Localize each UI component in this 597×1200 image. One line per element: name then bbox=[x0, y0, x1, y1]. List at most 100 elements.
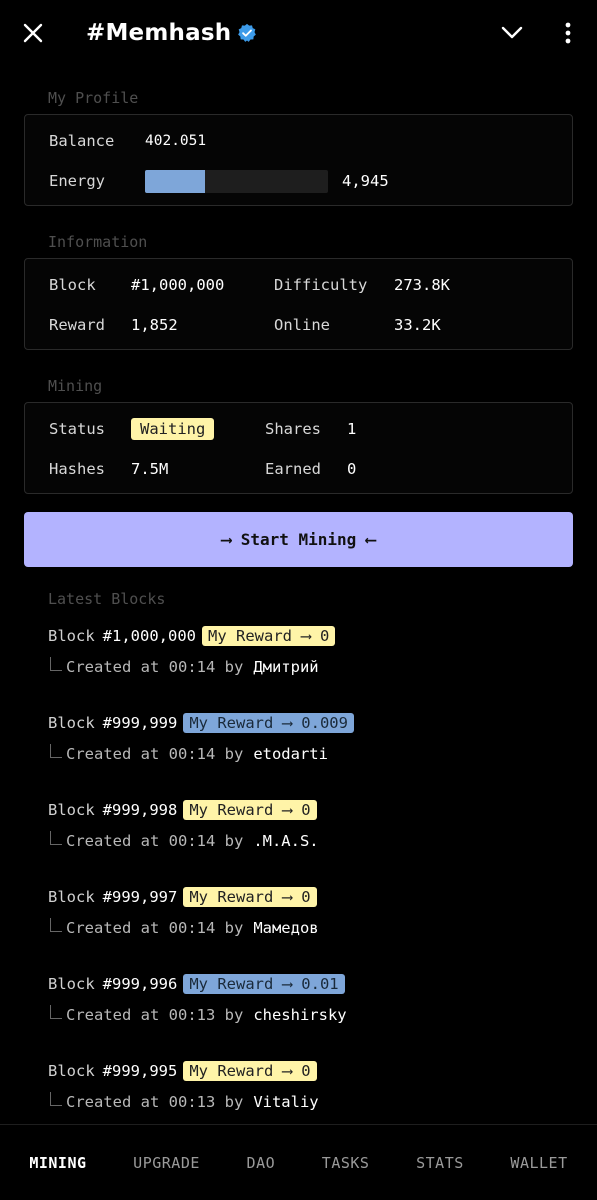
nav-item-wallet[interactable]: WALLET bbox=[510, 1154, 567, 1172]
section-label-profile: My Profile bbox=[48, 89, 139, 107]
block-number: #999,999 bbox=[102, 714, 178, 732]
block-author[interactable]: Мамедов bbox=[253, 919, 318, 937]
block-label: Block bbox=[48, 714, 95, 732]
latest-blocks-list: Block #1,000,000 My Reward ⟶ 0 Created a… bbox=[0, 623, 597, 1145]
hashes-value: 7.5M bbox=[131, 460, 169, 478]
reward-badge: My Reward ⟶ 0 bbox=[183, 1061, 317, 1081]
close-icon[interactable] bbox=[18, 18, 48, 48]
block-value: #1,000,000 bbox=[131, 276, 225, 294]
mining-card: Status Waiting Shares 1 Hashes 7.5M Earn… bbox=[24, 402, 573, 494]
section-label-information: Information bbox=[48, 233, 148, 251]
info-row-2: Reward 1,852 Online 33.2K bbox=[49, 305, 572, 345]
profile-card: Balance 402.051 Energy 4,945 bbox=[24, 114, 573, 206]
block-meta: Created at 00:14 by Дмитрий bbox=[48, 654, 597, 680]
mining-row-2: Hashes 7.5M Earned 0 bbox=[49, 449, 572, 489]
block-label: Block bbox=[48, 627, 95, 645]
block-number: #1,000,000 bbox=[102, 627, 196, 645]
nav-item-upgrade[interactable]: UPGRADE bbox=[133, 1154, 200, 1172]
block-label: Block bbox=[48, 888, 95, 906]
created-at: Created at 00:13 by bbox=[66, 1093, 244, 1111]
block-number: #999,995 bbox=[102, 1062, 178, 1080]
block-author[interactable]: etodarti bbox=[253, 745, 328, 763]
reward-badge: My Reward ⟶ 0 bbox=[183, 887, 317, 907]
created-at: Created at 00:14 by bbox=[66, 919, 244, 937]
chevron-down-icon[interactable] bbox=[497, 16, 527, 50]
block-meta: Created at 00:14 by etodarti bbox=[48, 741, 597, 767]
info-row-1: Block #1,000,000 Difficulty 273.8K bbox=[49, 265, 572, 305]
earned-label: Earned bbox=[265, 460, 321, 478]
reward-label: Reward bbox=[49, 316, 105, 334]
reward-badge: My Reward ⟶ 0 bbox=[183, 800, 317, 820]
created-at: Created at 00:14 by bbox=[66, 832, 244, 850]
reward-badge: My Reward ⟶ 0.009 bbox=[183, 713, 354, 733]
bottom-nav: MINING UPGRADE DAO TASKS STATS WALLET bbox=[0, 1124, 597, 1200]
section-label-latest-blocks: Latest Blocks bbox=[48, 590, 166, 608]
block-label: Block bbox=[48, 801, 95, 819]
energy-bar bbox=[145, 169, 328, 193]
block-author[interactable]: Дмитрий bbox=[253, 658, 318, 676]
tree-branch-icon bbox=[50, 831, 62, 845]
block-author[interactable]: Vitaliy bbox=[253, 1093, 318, 1111]
block-meta: Created at 00:14 by Мамедов bbox=[48, 915, 597, 941]
block-header: Block #999,996 My Reward ⟶ 0.01 bbox=[48, 971, 597, 997]
created-at: Created at 00:13 by bbox=[66, 1006, 244, 1024]
block-header: Block #999,997 My Reward ⟶ 0 bbox=[48, 884, 597, 910]
tree-branch-icon bbox=[50, 1092, 62, 1106]
block-label: Block bbox=[48, 975, 95, 993]
energy-value: 4,945 bbox=[342, 172, 389, 190]
block-number: #999,996 bbox=[102, 975, 178, 993]
reward-badge: My Reward ⟶ 0 bbox=[202, 626, 336, 646]
shares-value: 1 bbox=[347, 420, 357, 438]
block-header: Block #999,995 My Reward ⟶ 0 bbox=[48, 1058, 597, 1084]
nav-item-dao[interactable]: DAO bbox=[247, 1154, 276, 1172]
balance-row: Balance 402.051 bbox=[49, 121, 572, 161]
mining-row-1: Status Waiting Shares 1 bbox=[49, 409, 572, 449]
block-meta: Created at 00:13 by cheshirsky bbox=[48, 1002, 597, 1028]
nav-item-mining[interactable]: MINING bbox=[29, 1154, 86, 1172]
block-header: Block #1,000,000 My Reward ⟶ 0 bbox=[48, 623, 597, 649]
reward-badge: My Reward ⟶ 0.01 bbox=[183, 974, 345, 994]
more-vertical-icon[interactable] bbox=[553, 16, 583, 50]
reward-value: 1,852 bbox=[131, 316, 178, 334]
list-item: Block #999,996 My Reward ⟶ 0.01 Created … bbox=[48, 971, 597, 1058]
energy-fill bbox=[145, 169, 206, 193]
hashes-label: Hashes bbox=[49, 460, 105, 478]
balance-value: 402.051 bbox=[145, 133, 207, 149]
status-cell: Waiting bbox=[131, 418, 265, 440]
title-wrap: #Memhash bbox=[86, 20, 257, 46]
app-header: #Memhash bbox=[0, 0, 597, 66]
online-label: Online bbox=[274, 316, 330, 334]
block-header: Block #999,998 My Reward ⟶ 0 bbox=[48, 797, 597, 823]
list-item: Block #999,999 My Reward ⟶ 0.009 Created… bbox=[48, 710, 597, 797]
block-author[interactable]: cheshirsky bbox=[253, 1006, 346, 1024]
created-at: Created at 00:14 by bbox=[66, 745, 244, 763]
verified-badge-icon bbox=[238, 23, 257, 42]
block-label: Block bbox=[49, 276, 96, 294]
section-label-mining: Mining bbox=[48, 377, 103, 395]
block-label: Block bbox=[48, 1062, 95, 1080]
status-label: Status bbox=[49, 420, 105, 438]
header-actions bbox=[497, 16, 583, 50]
list-item: Block #999,997 My Reward ⟶ 0 Created at … bbox=[48, 884, 597, 971]
energy-row: Energy 4,945 bbox=[49, 161, 572, 201]
created-at: Created at 00:14 by bbox=[66, 658, 244, 676]
online-value: 33.2K bbox=[394, 316, 441, 334]
difficulty-value: 273.8K bbox=[394, 276, 450, 294]
difficulty-label: Difficulty bbox=[274, 276, 368, 294]
block-author[interactable]: .M.A.S. bbox=[253, 832, 318, 850]
tree-branch-icon bbox=[50, 744, 62, 758]
tree-branch-icon bbox=[50, 657, 62, 671]
block-header: Block #999,999 My Reward ⟶ 0.009 bbox=[48, 710, 597, 736]
earned-value: 0 bbox=[347, 460, 357, 478]
page-title: #Memhash bbox=[86, 20, 232, 46]
list-item: Block #1,000,000 My Reward ⟶ 0 Created a… bbox=[48, 623, 597, 710]
list-item: Block #999,998 My Reward ⟶ 0 Created at … bbox=[48, 797, 597, 884]
information-card: Block #1,000,000 Difficulty 273.8K Rewar… bbox=[24, 258, 573, 350]
start-mining-button[interactable]: ⟶ Start Mining ⟵ bbox=[24, 512, 573, 567]
shares-label: Shares bbox=[265, 420, 321, 438]
nav-item-stats[interactable]: STATS bbox=[416, 1154, 464, 1172]
nav-item-tasks[interactable]: TASKS bbox=[322, 1154, 370, 1172]
balance-label: Balance bbox=[49, 132, 115, 150]
block-number: #999,997 bbox=[102, 888, 178, 906]
block-meta: Created at 00:14 by .M.A.S. bbox=[48, 828, 597, 854]
